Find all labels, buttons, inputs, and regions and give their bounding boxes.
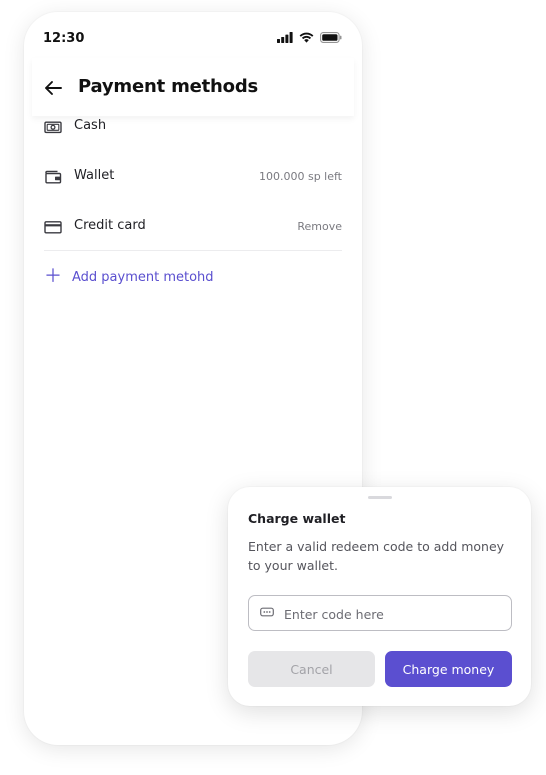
code-icon	[260, 607, 274, 617]
plus-icon: ＋	[44, 266, 62, 287]
redeem-code-field[interactable]	[248, 595, 512, 632]
sheet-title: Charge wallet	[248, 511, 346, 526]
battery-icon	[320, 32, 342, 43]
sheet-description: Enter a valid redeem code to add money t…	[248, 539, 505, 573]
status-bar: 12:30	[24, 12, 362, 60]
method-label: Wallet	[74, 168, 115, 183]
redeem-code-input[interactable]	[282, 596, 506, 632]
cash-icon	[44, 121, 62, 134]
page-title: Payment methods	[78, 76, 259, 97]
app-header: Payment methods	[32, 58, 354, 116]
back-arrow-icon[interactable]	[43, 78, 63, 98]
cancel-button[interactable]: Cancel	[248, 651, 375, 687]
wallet-balance: 100.000 sp left	[258, 170, 342, 183]
credit-card-icon	[44, 221, 62, 234]
charge-money-button[interactable]: Charge money	[385, 651, 512, 687]
payment-method-cash[interactable]: Cash	[44, 112, 342, 142]
payment-method-credit-card[interactable]: Credit card Remove	[44, 212, 342, 242]
remove-card-link[interactable]: Remove	[297, 220, 342, 233]
status-icons	[277, 32, 342, 43]
sheet-drag-handle[interactable]	[368, 496, 392, 499]
payment-method-wallet[interactable]: Wallet 100.000 sp left	[44, 162, 342, 192]
method-label: Credit card	[74, 218, 146, 233]
status-time: 12:30	[43, 31, 85, 46]
add-payment-method-button[interactable]: ＋ Add payment metohd	[44, 264, 214, 290]
wifi-icon	[299, 32, 314, 43]
signal-icon	[277, 32, 293, 43]
wallet-icon	[45, 170, 62, 184]
method-label: Cash	[74, 118, 107, 133]
charge-wallet-sheet: Charge wallet Enter a valid redeem code …	[228, 487, 531, 706]
divider	[44, 250, 342, 251]
add-payment-method-label: Add payment metohd	[72, 269, 214, 285]
